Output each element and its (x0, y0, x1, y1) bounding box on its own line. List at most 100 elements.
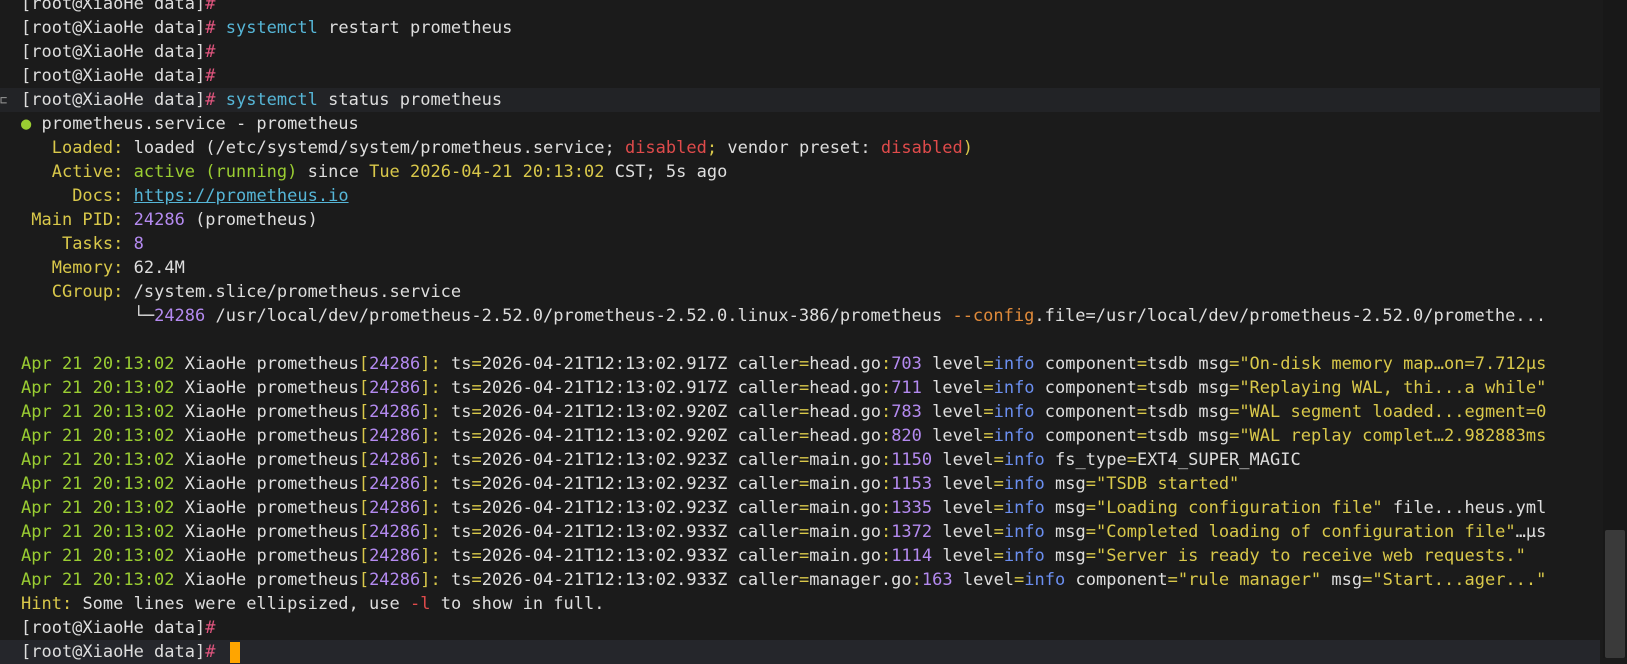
active-state: active (running) (133, 162, 298, 182)
log-pid: 24286 (369, 450, 421, 470)
log-message: component="rule manager" msg="Start...ag… (1075, 570, 1547, 590)
log-date: Apr 21 20:13:02 (21, 546, 175, 566)
prompt-hash: # (205, 618, 216, 638)
log-line-number: 703 (891, 354, 922, 374)
since-time: Tue 2026-04-21 20:13:02 (369, 162, 605, 182)
log-caller: main.go (809, 522, 881, 542)
log-host: XiaoHe (184, 546, 247, 566)
log-bracket-close: ]: (420, 522, 441, 542)
log-message: msg="TSDB started" (1055, 474, 1240, 494)
log-eq: = (799, 426, 810, 446)
log-pid: 24286 (369, 378, 421, 398)
log-caller-key: caller (737, 522, 800, 542)
log-host: XiaoHe (184, 378, 247, 398)
log-eq: = (471, 378, 482, 398)
prompt-hash: # (205, 66, 216, 86)
service-name: prometheus.service - prometheus (41, 114, 359, 134)
log-caller: main.go (809, 450, 881, 470)
log-caller-key: caller (737, 402, 800, 422)
log-process: prometheus (256, 426, 359, 446)
log-caller: main.go (809, 498, 881, 518)
log-bracket-open: [ (358, 498, 370, 518)
active-label: Active: (51, 162, 124, 182)
log-level: info (1024, 570, 1066, 590)
log-line-number: 1335 (891, 498, 933, 518)
log-timestamp: 2026-04-21T12:13:02.917Z (481, 378, 728, 398)
log-eq: = (993, 450, 1004, 470)
docs-label: Docs: (72, 186, 124, 206)
command-args: status prometheus (328, 90, 503, 110)
log-level: info (1003, 450, 1045, 470)
log-colon: : (911, 570, 922, 590)
hint-text-end: to show in full. (440, 594, 605, 614)
log-process: prometheus (256, 570, 359, 590)
log-process: prometheus (256, 450, 359, 470)
log-pid: 24286 (369, 426, 421, 446)
terminal[interactable]: [root@XiaoHe data]# [root@XiaoHe data]# … (0, 0, 1600, 664)
log-eq: = (471, 354, 482, 374)
prompt-line: [root@XiaoHe data]# (0, 616, 1600, 640)
loaded-value: loaded (133, 138, 196, 158)
active-prompt-line[interactable]: [root@XiaoHe data]# (0, 640, 1600, 664)
tree-branch-icon: └─ (133, 306, 155, 326)
log-timestamp: 2026-04-21T12:13:02.923Z (481, 450, 728, 470)
log-message: component=tsdb msg="On-disk memory map…o… (1044, 354, 1547, 374)
docs-link[interactable]: https://prometheus.io (134, 186, 349, 206)
log-line: Apr 21 20:13:02 XiaoHe prometheus[24286]… (0, 520, 1600, 544)
log-line: Apr 21 20:13:02 XiaoHe prometheus[24286]… (0, 400, 1600, 424)
log-level-key: level (962, 570, 1015, 590)
log-line-number: 1114 (891, 546, 933, 566)
tree-command: /usr/local/dev/prometheus-2.52.0/prometh… (215, 306, 943, 326)
log-timestamp: 2026-04-21T12:13:02.933Z (481, 546, 728, 566)
log-pid: 24286 (369, 402, 421, 422)
log-caller: main.go (809, 474, 881, 494)
text-cursor (229, 641, 240, 663)
service-title: ● prometheus.service - prometheus (0, 112, 1600, 136)
log-level-key: level (942, 498, 994, 518)
log-caller-key: caller (737, 474, 800, 494)
log-eq: = (1014, 570, 1025, 590)
log-date: Apr 21 20:13:02 (21, 450, 175, 470)
log-eq: = (983, 402, 994, 422)
prompt-hash: # (205, 0, 216, 14)
tree-pid: 24286 (154, 306, 206, 326)
log-eq: = (471, 474, 482, 494)
docs-line: Docs: https://prometheus.io (0, 184, 1600, 208)
scrollbar[interactable] (1603, 0, 1627, 658)
log-colon: : (880, 522, 892, 542)
log-process: prometheus (256, 546, 359, 566)
tasks-label: Tasks: (61, 234, 124, 254)
log-process: prometheus (256, 354, 359, 374)
log-ts-key: ts (450, 546, 472, 566)
log-eq: = (993, 546, 1004, 566)
log-level-key: level (932, 354, 984, 374)
log-message: component=tsdb msg="WAL replay complet…2… (1044, 426, 1547, 446)
log-line: Apr 21 20:13:02 XiaoHe prometheus[24286]… (0, 496, 1600, 520)
log-line: Apr 21 20:13:02 XiaoHe prometheus[24286]… (0, 376, 1600, 400)
log-line-number: 163 (921, 570, 953, 590)
log-colon: : (880, 426, 892, 446)
log-timestamp: 2026-04-21T12:13:02.920Z (481, 402, 728, 422)
command-args: restart prometheus (328, 18, 513, 38)
prompt-hash: # (205, 90, 216, 110)
memory-line: Memory: 62.4M (0, 256, 1600, 280)
cgroup-line: CGroup: /system.slice/prometheus.service (0, 280, 1600, 304)
log-line: Apr 21 20:13:02 XiaoHe prometheus[24286]… (0, 568, 1600, 592)
log-pid: 24286 (369, 570, 421, 590)
scrollbar-thumb[interactable] (1605, 530, 1625, 658)
command-name: systemctl (225, 90, 318, 110)
log-level-key: level (932, 378, 984, 398)
prompt-line: [root@XiaoHe data]# (0, 64, 1600, 88)
command-line-status: ⊏ [root@XiaoHe data]# systemctl status pr… (0, 88, 1600, 112)
log-caller-key: caller (737, 378, 800, 398)
log-eq: = (993, 498, 1004, 518)
unit-path: (/etc/systemd/system/prometheus.service; (205, 138, 615, 158)
log-timestamp: 2026-04-21T12:13:02.920Z (481, 426, 728, 446)
log-ts-key: ts (450, 570, 472, 590)
enabled-state: disabled (624, 138, 707, 158)
log-ts-key: ts (450, 378, 472, 398)
log-date: Apr 21 20:13:02 (21, 522, 175, 542)
log-message: component=tsdb msg="WAL segment loaded..… (1044, 402, 1547, 422)
pid-label: Main PID: (31, 210, 124, 230)
